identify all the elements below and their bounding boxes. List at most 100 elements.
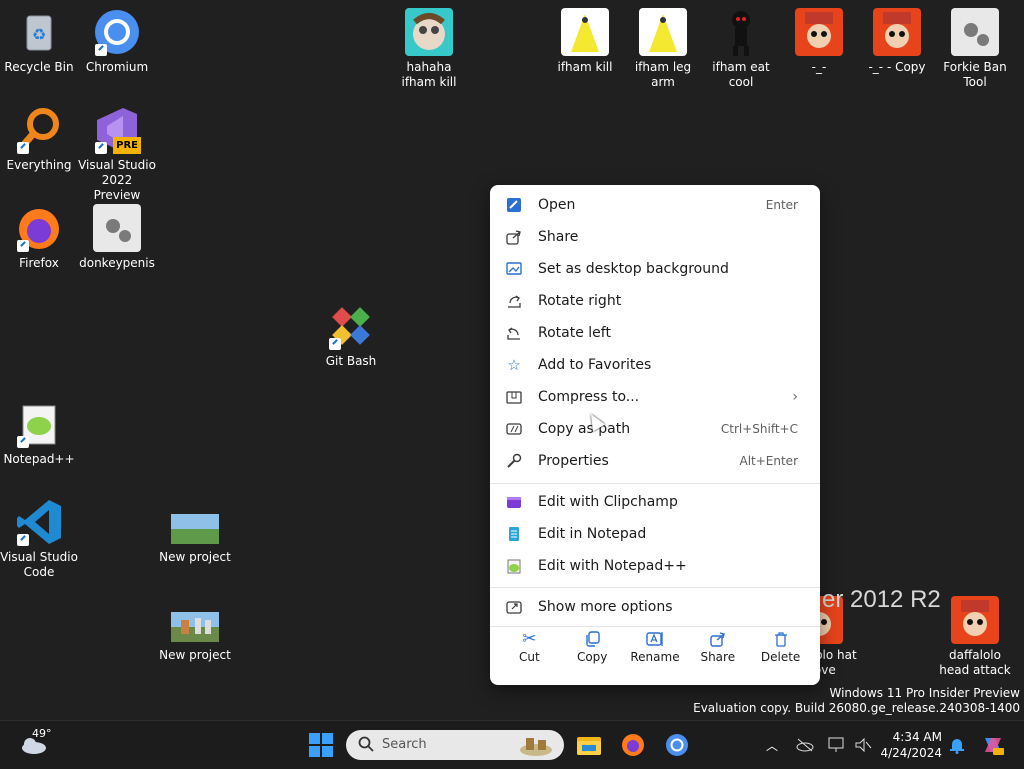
desktop-icon-label: Forkie Ban Tool — [943, 60, 1007, 89]
copilot-button[interactable] — [978, 721, 1008, 769]
notifications-button[interactable] — [946, 721, 968, 769]
menu-item-label: Edit with Notepad++ — [538, 558, 687, 574]
desktop-icon-label: daffalolo head attack — [939, 648, 1011, 677]
tray-volume[interactable] — [852, 721, 874, 769]
desktop-icon-label: -_- — [811, 60, 827, 74]
action-label: Delete — [760, 650, 801, 664]
menu-item-share[interactable]: Share — [498, 222, 812, 252]
more-options-icon — [504, 597, 524, 617]
desktop-icon-label: Recycle Bin — [4, 60, 74, 74]
shortcut-arrow-icon — [95, 142, 107, 154]
open-icon — [504, 195, 524, 215]
desktop-icon-new-project[interactable]: New project — [156, 508, 234, 565]
star-icon: ☆ — [507, 356, 521, 374]
desktop-icon-label: Everything — [6, 158, 72, 172]
image-thumbnail-icon — [405, 8, 453, 56]
desktop-icon-daffalolo-head-attack[interactable]: daffalolo head attack — [936, 596, 1014, 678]
desktop-icon-label: Visual Studio 2022 Preview — [78, 158, 156, 202]
watermark-build: Evaluation copy. Build 26080.ge_release.… — [693, 701, 1020, 715]
desktop-icon-recycle-bin[interactable]: ♻ Recycle Bin — [0, 8, 78, 75]
recycle-bin-icon: ♻ — [15, 8, 63, 56]
desktop-icon-chromium[interactable]: Chromium — [78, 8, 156, 75]
search-box[interactable]: Search — [346, 730, 564, 760]
copy-button[interactable]: Copy — [564, 628, 620, 678]
desktop-icon-label: Chromium — [85, 60, 149, 74]
menu-item-shortcut: Ctrl+Shift+C — [720, 422, 798, 436]
action-label: Rename — [630, 650, 680, 664]
menu-item-open[interactable]: Open Enter — [498, 190, 812, 220]
menu-item-shortcut: Enter — [765, 198, 798, 212]
menu-item-edit-with-notepadpp[interactable]: Edit with Notepad++ — [498, 551, 812, 581]
network-icon — [828, 737, 844, 752]
menu-item-compress-to[interactable]: Compress to... › — [498, 382, 812, 412]
clipchamp-icon — [504, 492, 524, 512]
chevron-right-icon: › — [792, 389, 798, 405]
chromium-icon — [666, 734, 688, 756]
image-thumbnail-icon — [717, 8, 765, 56]
generic-app-icon — [951, 8, 999, 56]
menu-item-rotate-left[interactable]: Rotate left — [498, 318, 812, 348]
weather-widget[interactable]: 49° — [12, 721, 56, 769]
menu-item-add-to-favorites[interactable]: ☆ Add to Favorites — [498, 350, 812, 380]
menu-item-shortcut: Alt+Enter — [739, 454, 798, 468]
desktop-icon-everything[interactable]: Everything — [0, 106, 78, 173]
menu-item-show-more-options[interactable]: Show more options — [498, 592, 812, 622]
desktop-icon-ifham-eat-cool[interactable]: ifham eat cool — [702, 8, 780, 90]
share-button[interactable]: Share — [690, 628, 746, 678]
desktop-icon-label: Visual Studio Code — [0, 550, 78, 579]
taskbar-chromium[interactable] — [662, 721, 692, 769]
taskbar-firefox[interactable] — [618, 721, 648, 769]
desktop-icon-label: New project — [159, 648, 231, 662]
desktop-icon-notepadpp[interactable]: Notepad++ — [0, 400, 78, 467]
menu-item-rotate-right[interactable]: Rotate right — [498, 286, 812, 316]
desktop-icon-face-copy[interactable]: -_- - Copy — [858, 8, 936, 75]
desktop-icon-donkeypenis[interactable]: donkeypenis — [78, 204, 156, 271]
delete-button[interactable]: Delete — [753, 628, 809, 678]
menu-item-set-desktop-background[interactable]: Set as desktop background — [498, 254, 812, 284]
trash-icon — [753, 628, 809, 650]
desktop-icon-git-bash[interactable]: Git Bash — [312, 302, 390, 369]
chevron-up-icon: ︿ — [765, 738, 778, 753]
desktop-icon-visual-studio-preview[interactable]: PRE Visual Studio 2022 Preview — [78, 106, 156, 203]
desktop-icon-new-project[interactable]: New project — [156, 606, 234, 663]
bell-icon — [950, 739, 964, 754]
menu-item-copy-as-path[interactable]: Copy as path Ctrl+Shift+C — [498, 414, 812, 444]
rename-button[interactable]: Rename — [627, 628, 683, 678]
desktop-icon-forkie-ban-tool[interactable]: Forkie Ban Tool — [936, 8, 1014, 90]
desktop-icon-face[interactable]: -_- — [780, 8, 858, 75]
desktop-icon-label: Notepad++ — [3, 452, 75, 466]
tray-overflow-chevron[interactable]: ︿ — [762, 721, 782, 769]
watermark-edition: Windows 11 Pro Insider Preview — [829, 686, 1020, 700]
start-button[interactable] — [304, 721, 338, 769]
menu-item-label: Rotate right — [538, 293, 622, 309]
weather-temp: 49° — [32, 727, 52, 740]
menu-item-label: Edit in Notepad — [538, 526, 647, 542]
clock-date: 4/24/2024 — [880, 746, 942, 760]
image-thumbnail-icon — [795, 8, 843, 56]
windows-logo-icon — [309, 733, 333, 757]
taskbar-file-explorer[interactable] — [574, 721, 604, 769]
tray-onedrive[interactable] — [794, 721, 816, 769]
wallpaper-text: er 2012 R2 — [822, 586, 941, 613]
menu-item-label: Open — [538, 197, 576, 213]
tray-clock[interactable]: 4:34 AM 4/24/2024 — [880, 729, 942, 761]
menu-item-edit-with-clipchamp[interactable]: Edit with Clipchamp — [498, 487, 812, 517]
desktop-icon-hahaha-ifham-kill[interactable]: hahaha ifham kill — [390, 8, 468, 90]
share-icon — [690, 628, 746, 650]
menu-item-properties[interactable]: Properties Alt+Enter — [498, 446, 812, 476]
action-label: Cut — [519, 650, 540, 664]
action-label: Share — [700, 650, 736, 664]
desktop-icon-ifham-kill[interactable]: ifham kill — [546, 8, 624, 75]
menu-item-label: Show more options — [538, 599, 673, 615]
desktop-icon-vscode[interactable]: Visual Studio Code — [0, 498, 78, 580]
desktop-icon-ifham-leg-arm[interactable]: ifham leg arm — [624, 8, 702, 90]
visual-studio-icon: PRE — [93, 106, 141, 154]
search-icon — [358, 736, 374, 756]
firefox-icon — [15, 204, 63, 252]
desktop-icon-firefox[interactable]: Firefox — [0, 204, 78, 271]
menu-item-edit-in-notepad[interactable]: Edit in Notepad — [498, 519, 812, 549]
tray-network[interactable] — [826, 721, 848, 769]
cloud-offline-icon — [796, 738, 814, 752]
cut-button[interactable]: ✂ Cut — [501, 628, 557, 678]
firefox-icon — [622, 734, 644, 756]
